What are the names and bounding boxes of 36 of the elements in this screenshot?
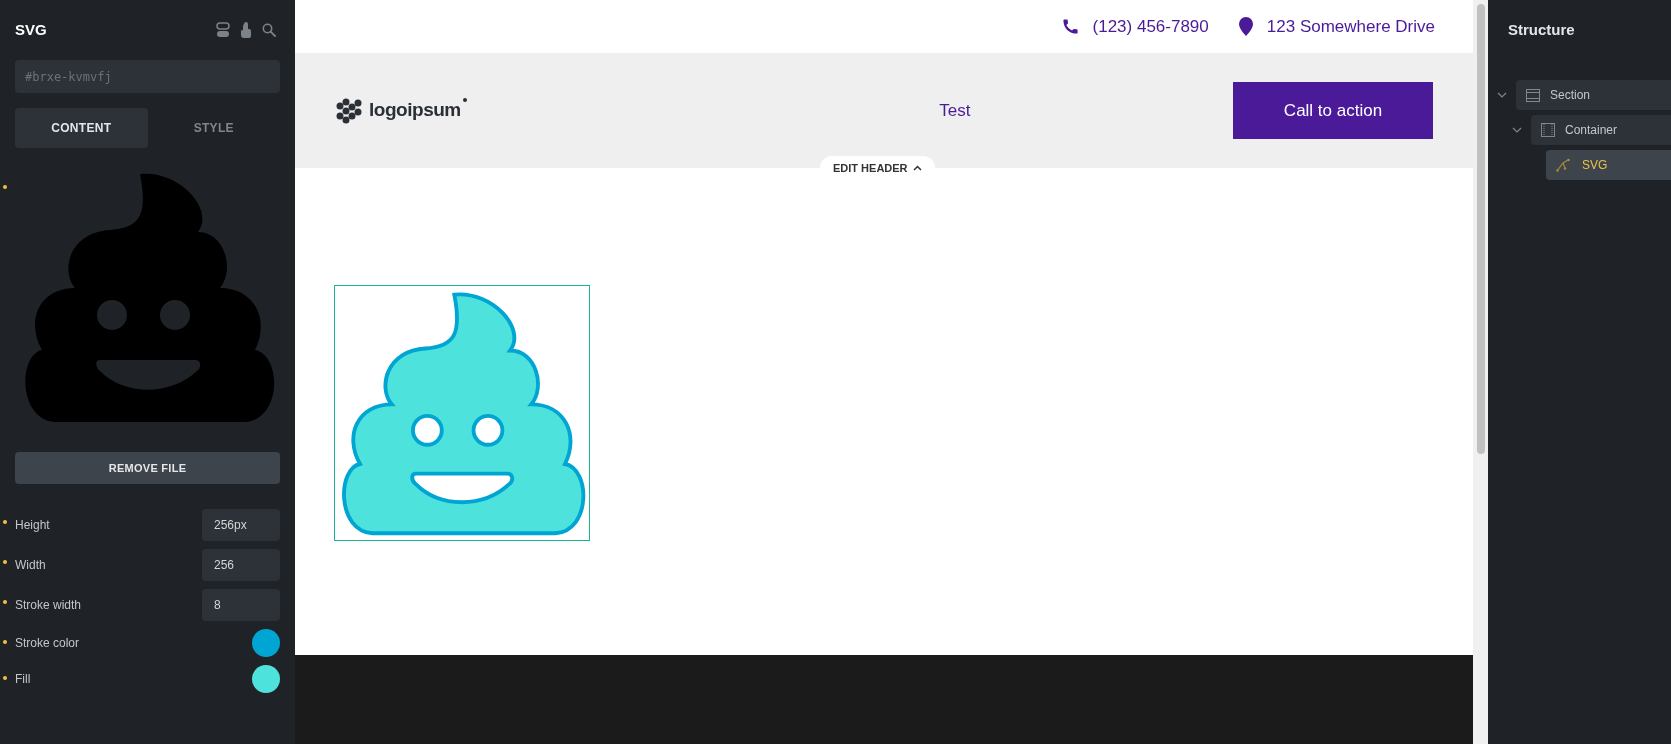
tab[interactable]: STYLE: [147, 108, 280, 148]
phone-icon: [1061, 18, 1079, 35]
search-icon[interactable]: [262, 23, 276, 37]
logo-text[interactable]: logoipsum: [369, 96, 461, 125]
color-swatch[interactable]: [252, 665, 280, 693]
poop-emoji-drawing[interactable]: [334, 285, 590, 541]
setting-label: Width: [15, 557, 46, 574]
caret-up-icon: [912, 165, 922, 171]
nav-link[interactable]: Test: [939, 97, 971, 124]
remove-file-button[interactable]: REMOVE FILE: [15, 452, 280, 484]
container-icon: [1541, 123, 1555, 137]
setting-input[interactable]: 256: [202, 549, 280, 581]
logo-icon[interactable]: [335, 97, 363, 124]
tree-item[interactable]: SVG: [1546, 150, 1671, 180]
hand-pointer-icon[interactable]: [240, 22, 252, 38]
pen-tool-icon: [1556, 158, 1572, 172]
setting-input[interactable]: 256px: [202, 509, 280, 541]
setting-label: Stroke color: [15, 635, 80, 652]
phone-number: (123) 456-7890: [1092, 15, 1209, 38]
scrollbar-thumb[interactable]: [1476, 4, 1485, 454]
setting-input[interactable]: 8: [202, 589, 280, 621]
address: 123 Somewhere Drive: [1266, 15, 1435, 38]
tree-item[interactable]: Section: [1516, 80, 1671, 110]
map-pin-icon: [1238, 17, 1253, 36]
panel-title: SVG: [15, 19, 47, 40]
id-field[interactable]: #brxe-kvmvfj: [15, 60, 280, 93]
setting-label: Stroke width: [15, 597, 82, 614]
toggle-icon[interactable]: [216, 22, 230, 38]
structure-title: Structure: [1508, 19, 1575, 40]
section-icon: [1526, 88, 1540, 102]
call-to-action-button[interactable]: Call to action: [1233, 82, 1433, 139]
tree-item[interactable]: Container: [1531, 115, 1671, 145]
tab[interactable]: CONTENT: [15, 108, 148, 148]
setting-label: Height: [15, 517, 50, 534]
color-swatch[interactable]: [252, 629, 280, 657]
setting-label: Fill: [15, 671, 31, 688]
